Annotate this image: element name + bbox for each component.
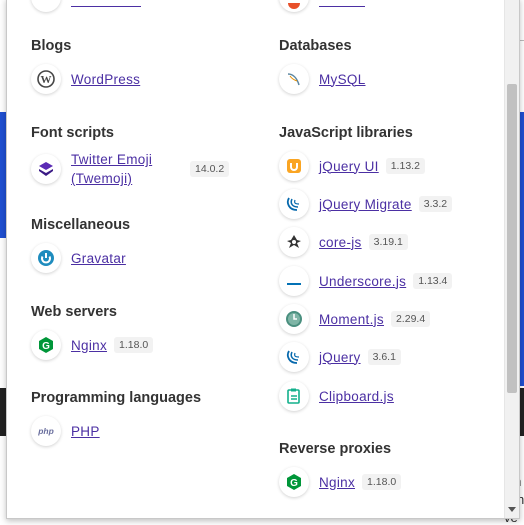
tech-item-mysql[interactable]: MySQL bbox=[279, 62, 366, 96]
jquery-ui-icon bbox=[279, 151, 309, 181]
tech-item-php[interactable]: php PHP bbox=[31, 414, 100, 448]
scroll-down-arrow-icon[interactable] bbox=[508, 507, 516, 512]
tech-name-link[interactable]: jQuery UI bbox=[319, 157, 379, 176]
version-badge: 14.0.2 bbox=[190, 161, 230, 177]
tech-name-link[interactable]: Twitter Emoji (Twemoji) bbox=[71, 150, 183, 188]
tech-name-link[interactable]: MySQL bbox=[319, 70, 366, 89]
partial-icon bbox=[31, 0, 61, 12]
version-badge: 3.19.1 bbox=[368, 234, 408, 250]
nginx-icon: G bbox=[279, 467, 309, 497]
svg-text:G: G bbox=[42, 341, 50, 352]
jquery-icon bbox=[279, 189, 309, 219]
version-badge: 1.13.2 bbox=[385, 158, 425, 174]
version-badge: 1.18.0 bbox=[362, 474, 402, 490]
version-badge: 1.18.0 bbox=[114, 337, 154, 353]
tech-name-link[interactable]: core-js bbox=[319, 233, 362, 252]
tech-name-link[interactable]: Gravatar bbox=[71, 249, 126, 268]
nginx-icon: G bbox=[31, 330, 61, 360]
svg-text:W: W bbox=[41, 74, 52, 86]
svg-text:G: G bbox=[290, 478, 298, 489]
underscore-icon bbox=[279, 266, 309, 296]
core-js-icon bbox=[279, 227, 309, 257]
clipboard-icon bbox=[279, 381, 309, 411]
technology-popup: Blogs W WordPress Font scripts Twitter E… bbox=[6, 0, 520, 519]
category-miscellaneous: Miscellaneous bbox=[31, 217, 131, 233]
scrollbar-thumb[interactable] bbox=[507, 84, 517, 393]
tech-name-link[interactable]: Nginx bbox=[71, 336, 107, 355]
mysql-icon bbox=[279, 64, 309, 94]
category-programming-languages: Programming languages bbox=[31, 390, 202, 406]
tech-name-link[interactable]: jQuery Migrate bbox=[319, 195, 412, 214]
tech-item-underscore[interactable]: Underscore.js 1.13.4 bbox=[279, 264, 453, 298]
tech-name-link[interactable]: Moment.js bbox=[319, 310, 384, 329]
tech-item-nginx[interactable]: G Nginx 1.18.0 bbox=[31, 328, 154, 362]
tech-item-partial[interactable] bbox=[31, 0, 141, 14]
category-reverse-proxies: Reverse proxies bbox=[279, 441, 392, 457]
category-blogs: Blogs bbox=[31, 38, 72, 54]
tech-item-jquery[interactable]: jQuery 3.6.1 bbox=[279, 340, 401, 374]
tech-item-nginx-proxy[interactable]: G Nginx 1.18.0 bbox=[279, 465, 402, 499]
tech-name-link[interactable]: PHP bbox=[71, 422, 100, 441]
tech-name-link[interactable]: Clipboard.js bbox=[319, 387, 394, 406]
tech-item-gravatar[interactable]: Gravatar bbox=[31, 241, 126, 275]
tech-name-link[interactable]: WordPress bbox=[71, 70, 140, 89]
partial-icon bbox=[279, 0, 309, 12]
vertical-scrollbar[interactable] bbox=[504, 0, 519, 518]
twemoji-icon bbox=[31, 154, 61, 184]
category-web-servers: Web servers bbox=[31, 304, 117, 320]
gravatar-icon bbox=[31, 243, 61, 273]
version-badge: 3.3.2 bbox=[418, 196, 453, 212]
category-javascript-libraries: JavaScript libraries bbox=[279, 125, 413, 141]
version-badge: 3.6.1 bbox=[367, 349, 401, 365]
tech-item-jquery-migrate[interactable]: jQuery Migrate 3.3.2 bbox=[279, 187, 453, 221]
svg-text:php: php bbox=[37, 426, 54, 436]
tech-name-link[interactable]: Nginx bbox=[319, 473, 355, 492]
moment-icon bbox=[279, 304, 309, 334]
tech-item-moment[interactable]: Moment.js 2.29.4 bbox=[279, 302, 431, 336]
tech-item-twemoji[interactable]: Twitter Emoji (Twemoji) 14.0.2 bbox=[31, 150, 230, 188]
php-icon: php bbox=[31, 416, 61, 446]
version-badge: 2.29.4 bbox=[390, 311, 431, 327]
tech-item-clipboard[interactable]: Clipboard.js bbox=[279, 379, 394, 413]
category-databases: Databases bbox=[279, 38, 352, 54]
tech-item-jquery-ui[interactable]: jQuery UI 1.13.2 bbox=[279, 149, 425, 183]
wordpress-icon: W bbox=[31, 64, 61, 94]
tech-name-link[interactable]: Underscore.js bbox=[319, 272, 406, 291]
jquery-icon bbox=[279, 342, 309, 372]
tech-name-link[interactable]: jQuery bbox=[319, 348, 361, 367]
version-badge: 1.13.4 bbox=[413, 273, 453, 289]
tech-item-wordpress[interactable]: W WordPress bbox=[31, 62, 140, 96]
tech-item-partial[interactable] bbox=[279, 0, 365, 14]
category-font-scripts: Font scripts bbox=[31, 125, 114, 141]
tech-item-core-js[interactable]: core-js 3.19.1 bbox=[279, 225, 408, 259]
